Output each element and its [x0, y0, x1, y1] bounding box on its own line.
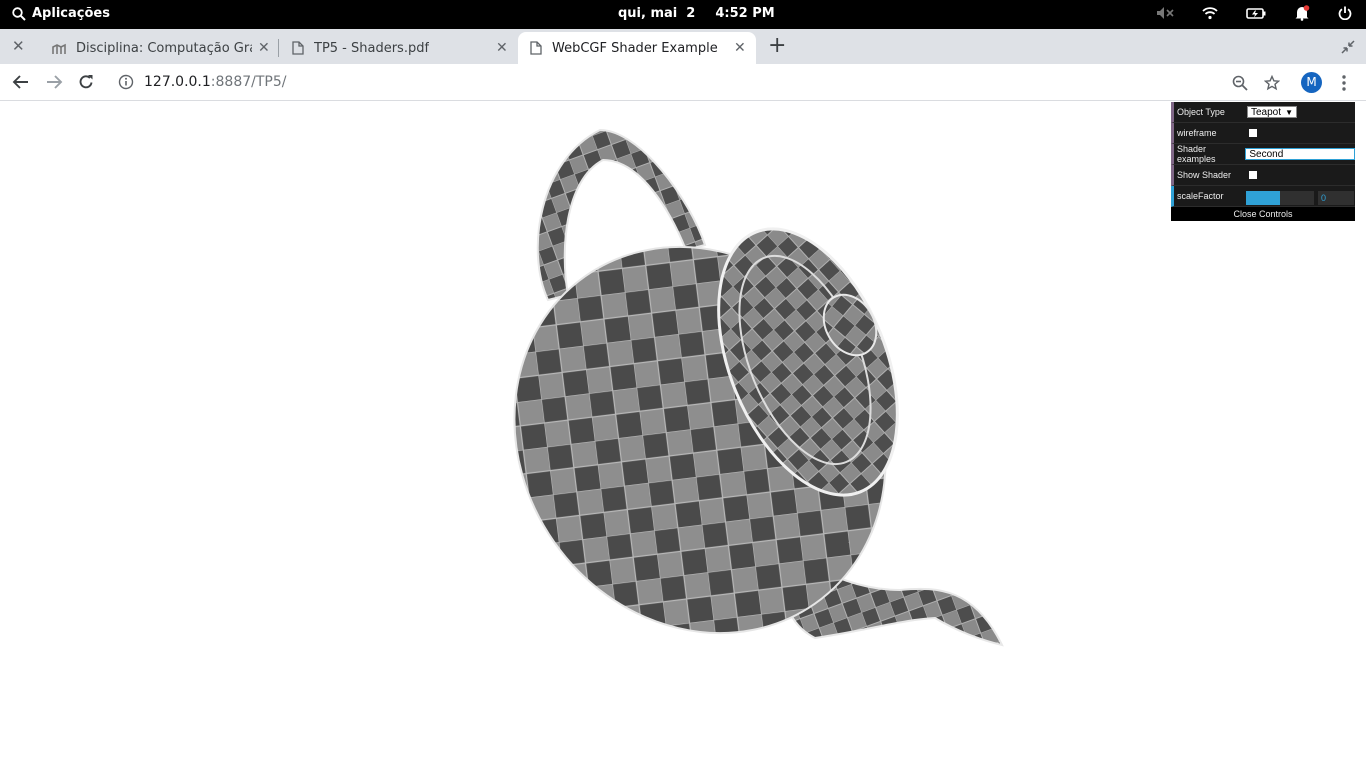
applications-label: Aplicações [32, 6, 110, 21]
date-text: qui, mai 2 [618, 6, 696, 21]
close-tab-icon[interactable]: ✕ [258, 40, 270, 56]
shader-examples-label: Shader examples [1177, 144, 1216, 164]
object-type-label: Object Type [1177, 107, 1225, 117]
back-arrow-icon[interactable] [12, 73, 30, 91]
close-tab-icon[interactable]: ✕ [496, 40, 508, 56]
document-icon [530, 41, 542, 55]
system-tray [1156, 5, 1352, 21]
moodle-icon [52, 43, 66, 54]
power-icon[interactable] [1338, 6, 1352, 20]
dropdown-arrow-icon: ▼ [1285, 108, 1293, 117]
document-icon [292, 41, 304, 55]
tab-title: Disciplina: Computação Gráfica [76, 40, 252, 56]
object-type-value: Teapot [1251, 107, 1282, 118]
forward-arrow-icon[interactable] [45, 73, 63, 91]
url-text[interactable]: 127.0.0.1:8887/TP5/ [144, 74, 286, 90]
wifi-icon[interactable] [1202, 6, 1218, 20]
scale-factor-slider[interactable] [1246, 191, 1314, 205]
gui-controls-panel: Object Type Teapot ▼ wireframe Shader ex… [1171, 102, 1355, 221]
new-tab-icon[interactable]: + [768, 33, 786, 58]
tab-title: TP5 - Shaders.pdf [314, 40, 430, 56]
bookmark-star-icon[interactable] [1264, 75, 1280, 91]
avatar[interactable]: M [1301, 72, 1322, 93]
close-controls-button[interactable]: Close Controls [1171, 207, 1355, 221]
search-icon [12, 6, 26, 21]
site-info-icon[interactable] [118, 74, 134, 90]
restore-window-icon[interactable] [1341, 40, 1355, 54]
volume-muted-icon[interactable] [1156, 6, 1174, 20]
menu-dots-icon[interactable] [1341, 75, 1347, 91]
time-text: 4:52 PM [715, 6, 775, 21]
show-shader-checkbox[interactable] [1249, 171, 1257, 179]
shader-examples-select[interactable]: Second [1245, 148, 1355, 160]
close-tab-icon[interactable]: ✕ [734, 40, 746, 56]
tab-tp5-pdf[interactable]: TP5 - Shaders.pdf ✕ [280, 32, 516, 64]
url-host: 127.0.0.1 [144, 74, 211, 90]
tab-strip: ✕ Disciplina: Computação Gráfica ✕ TP5 -… [0, 29, 1366, 64]
object-type-row: Object Type Teapot ▼ [1171, 102, 1355, 123]
battery-icon[interactable] [1246, 6, 1266, 20]
browser-toolbar: 127.0.0.1:8887/TP5/ M [0, 64, 1366, 101]
system-top-bar: Aplicações qui, mai 2 4:52 PM [0, 0, 1366, 29]
url-path: :8887/TP5/ [210, 74, 287, 90]
tab-divider [278, 39, 279, 57]
scale-factor-input[interactable]: 0 [1318, 191, 1354, 205]
applications-menu[interactable]: Aplicações [12, 6, 110, 21]
shader-examples-value: Second [1249, 149, 1284, 160]
tab-disciplina[interactable]: Disciplina: Computação Gráfica ✕ [40, 32, 276, 64]
notifications-icon[interactable] [1294, 5, 1310, 21]
object-type-select[interactable]: Teapot ▼ [1247, 106, 1297, 118]
close-icon[interactable]: ✕ [12, 37, 25, 55]
slider-fill [1246, 191, 1280, 205]
show-shader-label: Show Shader [1177, 170, 1232, 180]
tab-webcgf-shader[interactable]: WebCGF Shader Example ✕ [518, 32, 756, 64]
teapot-render [513, 128, 1004, 647]
wireframe-checkbox[interactable] [1249, 129, 1257, 137]
clock[interactable]: qui, mai 2 4:52 PM [618, 6, 775, 21]
scale-factor-row: scaleFactor 0 [1171, 186, 1355, 207]
scale-factor-label: scaleFactor [1177, 191, 1224, 201]
webgl-canvas[interactable] [0, 102, 1366, 768]
reload-icon[interactable] [77, 73, 95, 91]
address-bar[interactable]: 127.0.0.1:8887/TP5/ [108, 67, 1288, 97]
show-shader-row: Show Shader [1171, 165, 1355, 186]
tab-title: WebCGF Shader Example [552, 40, 718, 56]
zoom-icon[interactable] [1232, 75, 1248, 91]
wireframe-label: wireframe [1177, 128, 1217, 138]
avatar-initial: M [1306, 75, 1317, 89]
wireframe-row: wireframe [1171, 123, 1355, 144]
shader-examples-row: Shader examples Second [1171, 144, 1355, 165]
